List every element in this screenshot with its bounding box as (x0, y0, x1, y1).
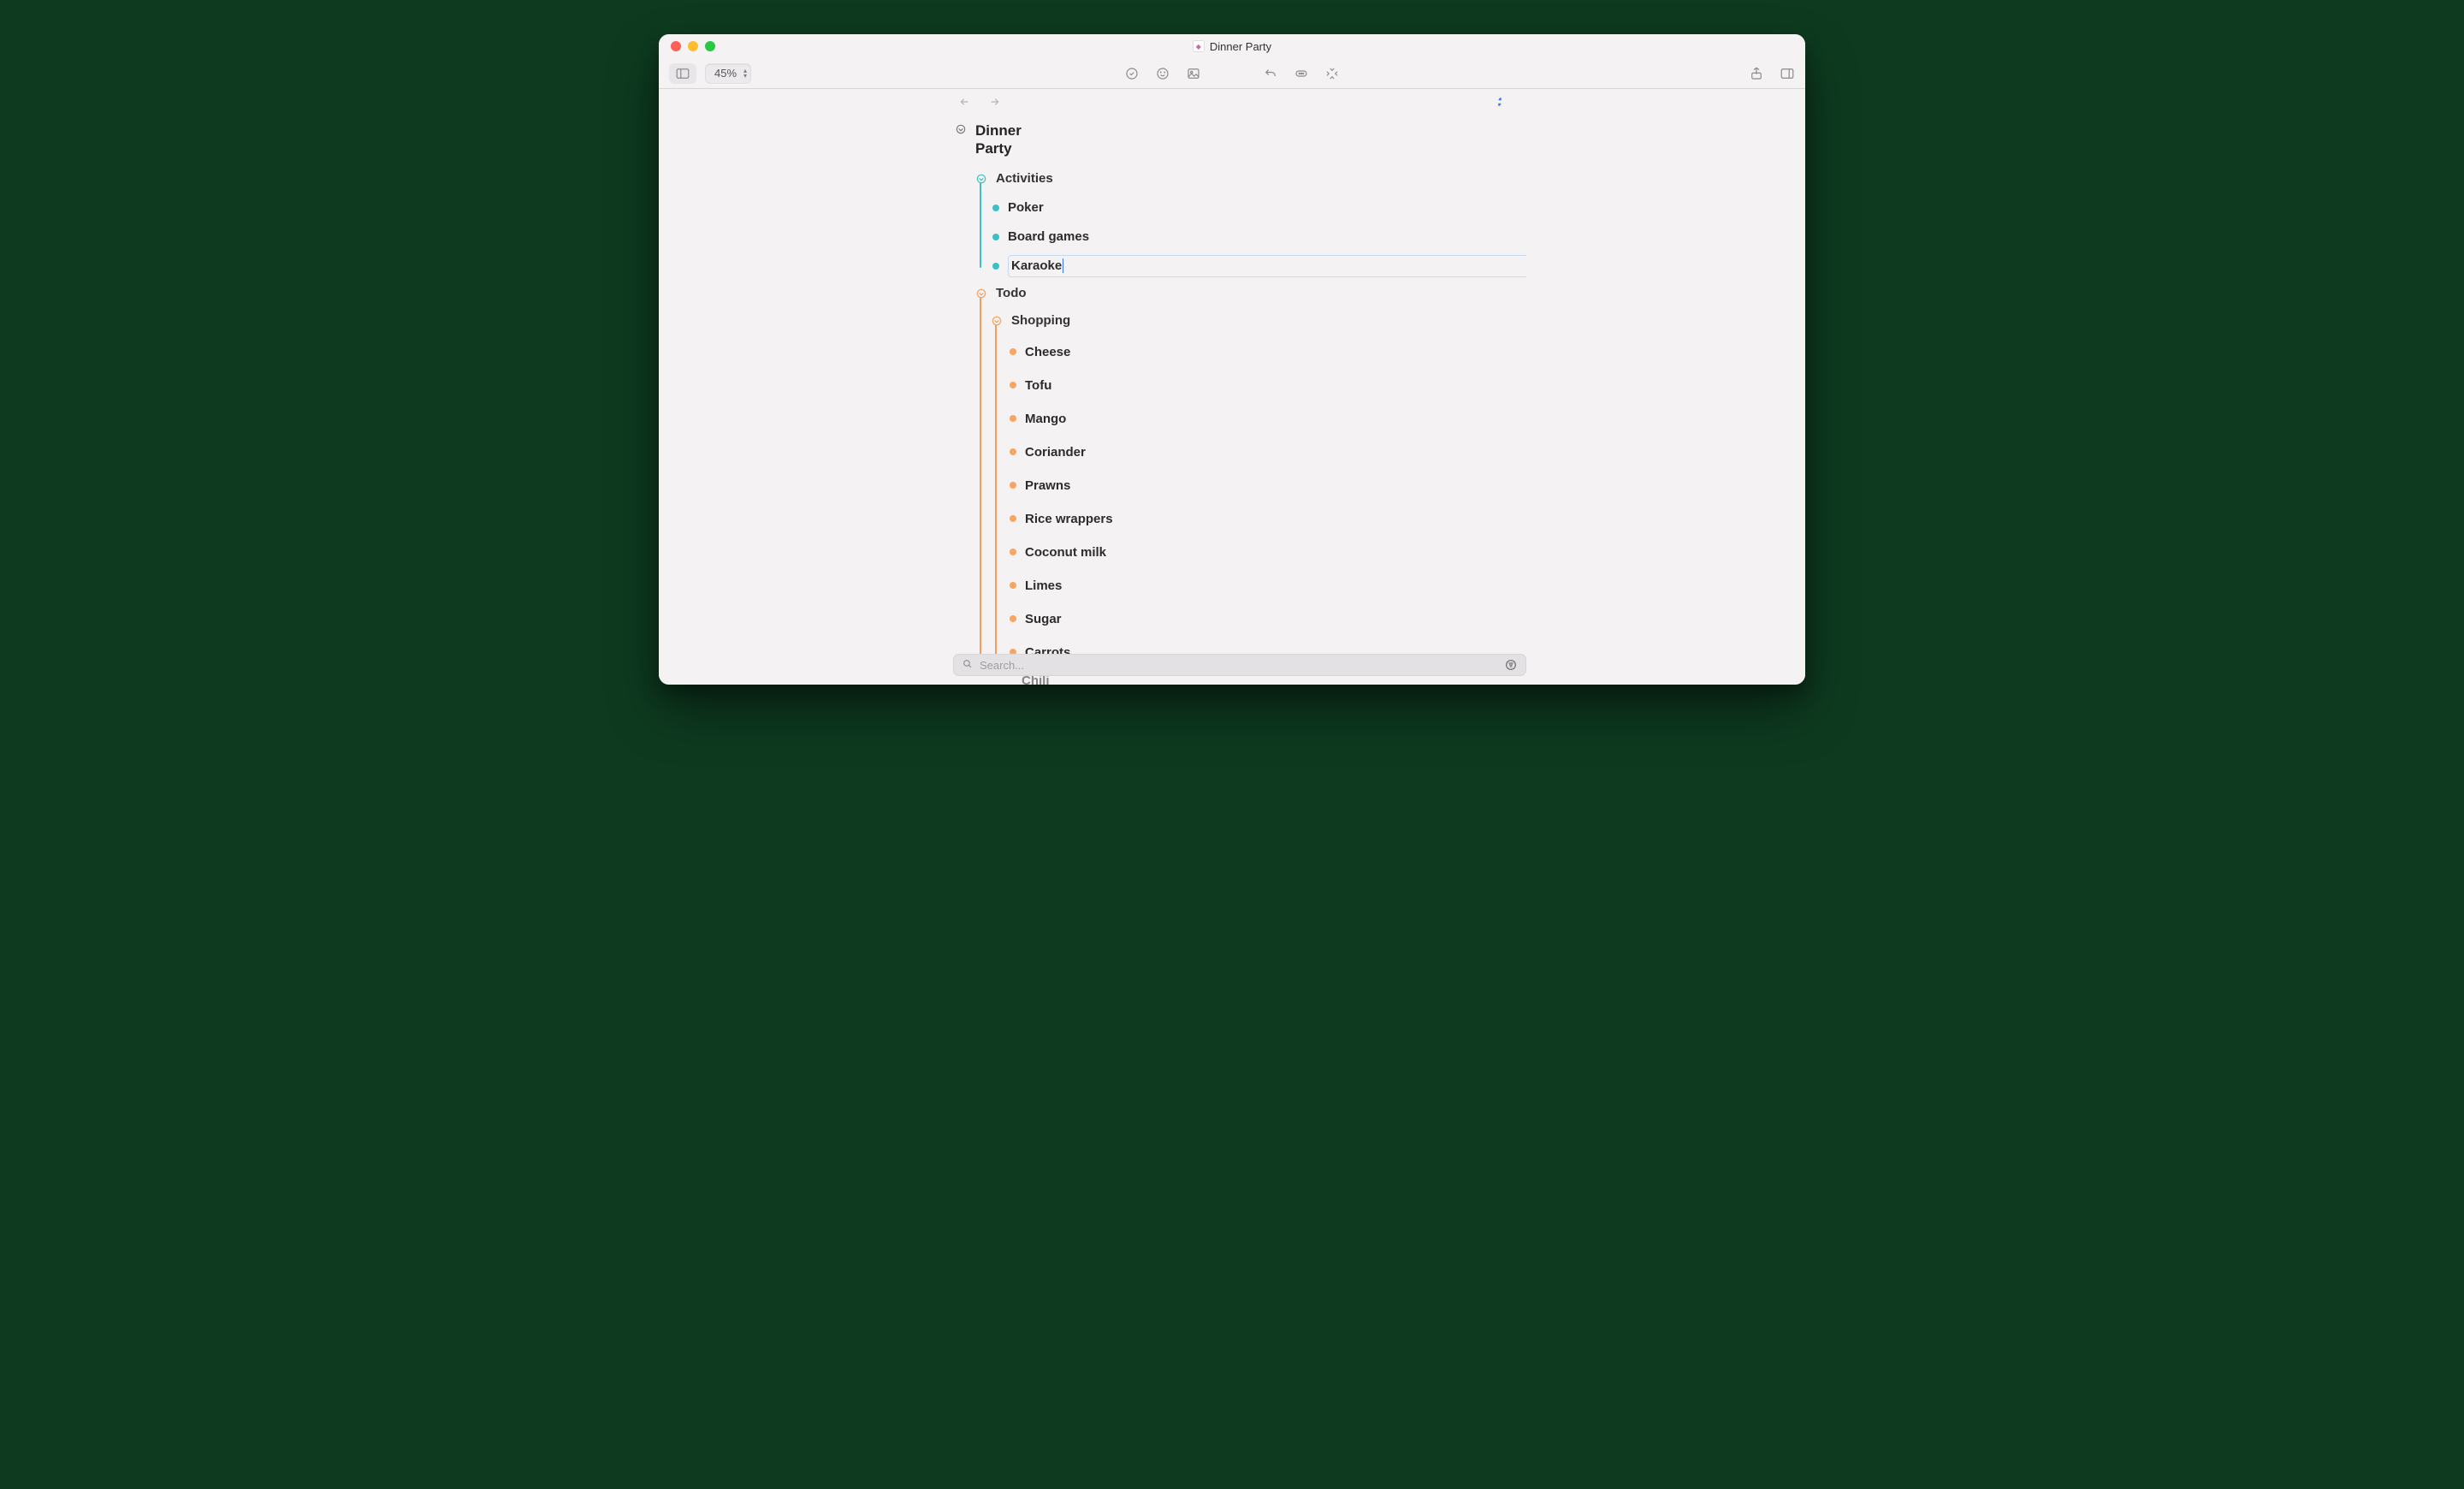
undo-icon[interactable] (1263, 66, 1278, 81)
list-item[interactable]: Limes (953, 572, 1526, 600)
zoom-level-label: 45% (714, 67, 737, 80)
sidebar-icon (675, 66, 690, 81)
list-item-label: Rice wrappers (1025, 512, 1113, 526)
zoom-level-control[interactable]: 45% ▴▾ (705, 63, 751, 84)
editing-node-input[interactable]: Karaoke (1008, 255, 1526, 277)
list-item-label: Karaoke (1011, 258, 1062, 273)
emoji-icon[interactable] (1155, 66, 1170, 81)
search-bar[interactable] (953, 654, 1526, 676)
list-item[interactable]: Sugar (953, 605, 1526, 633)
list-item[interactable]: Karaoke (953, 254, 1526, 278)
todo-heading[interactable]: Todo (996, 286, 1027, 300)
minimize-window-button[interactable] (688, 41, 698, 51)
chevron-down-icon[interactable] (974, 286, 989, 301)
image-icon[interactable] (1186, 66, 1201, 81)
list-item[interactable]: Tofu (953, 371, 1526, 400)
chevron-down-icon[interactable] (953, 122, 968, 137)
bullet-icon (1010, 582, 1016, 589)
bullet-icon (1010, 549, 1016, 555)
search-icon (962, 658, 973, 672)
activities-heading[interactable]: Activities (996, 171, 1053, 186)
bullet-icon (1010, 382, 1016, 389)
page-title: Dinner Party (975, 122, 1035, 158)
panel-toggle-icon[interactable] (1780, 66, 1795, 81)
nav-forward-icon[interactable] (987, 95, 1001, 113)
bullet-icon (1010, 615, 1016, 622)
document-icon: ◆ (1193, 40, 1205, 52)
nav-history (958, 95, 1001, 113)
list-item-label: Mango (1025, 412, 1066, 426)
bullet-icon (992, 263, 999, 270)
bullet-icon (1010, 482, 1016, 489)
sidebar-toggle-button[interactable] (669, 63, 696, 84)
list-item-label: Limes (1025, 578, 1062, 593)
list-item-label: Coconut milk (1025, 545, 1106, 560)
list-item-label: Coriander (1025, 445, 1086, 460)
list-item-label: Board games (1008, 229, 1089, 244)
list-item[interactable]: Mango (953, 405, 1526, 433)
window-title: Dinner Party (1210, 40, 1271, 53)
list-item[interactable]: Coconut milk (953, 538, 1526, 567)
bullet-icon (1010, 448, 1016, 455)
search-input[interactable] (978, 658, 1499, 673)
list-item[interactable]: Cheese (953, 338, 1526, 366)
navigation-strip (659, 89, 1805, 118)
bullet-icon (1010, 348, 1016, 355)
document-content: Dinner Party Activities Poker Board games… (659, 118, 1805, 685)
list-item[interactable]: Coriander (953, 438, 1526, 466)
zoom-window-button[interactable] (705, 41, 715, 51)
filter-icon[interactable] (1504, 658, 1518, 672)
list-item-label: Sugar (1025, 612, 1062, 626)
bullet-icon (992, 234, 999, 240)
list-item-label: Prawns (1025, 478, 1070, 493)
list-item[interactable]: Rice wrappers (953, 505, 1526, 533)
close-window-button[interactable] (671, 41, 681, 51)
app-window: ◆ Dinner Party 45% ▴▾ (659, 34, 1805, 685)
chevron-down-icon[interactable] (989, 313, 1004, 329)
list-item[interactable]: Board games (953, 225, 1526, 249)
bullet-icon (1010, 515, 1016, 522)
share-icon[interactable] (1749, 66, 1764, 81)
bullet-icon (992, 205, 999, 211)
more-icon[interactable] (1294, 66, 1309, 81)
list-item[interactable]: Prawns (953, 472, 1526, 500)
chevron-down-icon[interactable] (974, 171, 989, 187)
toolbar: 45% ▴▾ (659, 58, 1805, 89)
collapse-icon[interactable] (1324, 66, 1340, 81)
list-item[interactable]: Poker (953, 196, 1526, 220)
list-item-label: Cheese (1025, 345, 1070, 359)
task-circle-icon[interactable] (1124, 66, 1140, 81)
nav-back-icon[interactable] (958, 95, 972, 113)
shopping-heading[interactable]: Shopping (1011, 313, 1070, 328)
bullet-icon (1010, 415, 1016, 422)
traffic-lights (671, 41, 715, 51)
list-item-label: Poker (1008, 200, 1044, 215)
fold-marker-icon[interactable] (1494, 96, 1506, 112)
list-item-label: Tofu (1025, 378, 1051, 393)
stepper-icon: ▴▾ (743, 68, 747, 79)
titlebar: ◆ Dinner Party (659, 34, 1805, 58)
